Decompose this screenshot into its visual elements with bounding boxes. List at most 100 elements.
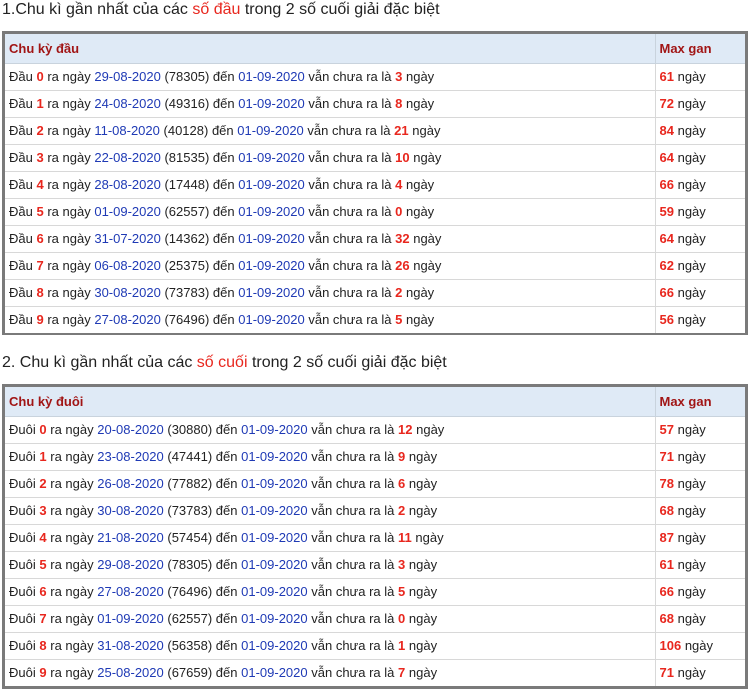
max-gan-value: 61 <box>659 69 674 84</box>
den-text: đến <box>215 611 238 626</box>
day-count: 32 <box>395 231 410 246</box>
max-gan-cell: 59 ngày <box>654 197 745 226</box>
last-date: 22-08-2020 <box>94 150 161 165</box>
last-date: 20-08-2020 <box>97 422 164 437</box>
row-digit: 0 <box>39 422 47 437</box>
row-label: Đuôi <box>9 584 36 599</box>
den-text: đến <box>212 258 235 273</box>
max-gan-cell: 66 ngày <box>654 278 745 307</box>
van-chua-text: vẫn chưa ra là <box>307 123 391 138</box>
day-count: 9 <box>398 449 406 464</box>
day-count: 10 <box>395 150 410 165</box>
day-count: 3 <box>395 69 403 84</box>
section2-table-body: Đuôi 0 ra ngày 20-08-2020 (30880) đến 01… <box>5 415 745 686</box>
ngay-text: ngày <box>405 69 435 84</box>
day-count: 21 <box>394 123 409 138</box>
ngay-text: ngày <box>677 665 706 681</box>
max-gan-value: 68 <box>659 503 674 518</box>
day-count: 5 <box>398 584 406 599</box>
ra-ngay-text: ra ngày <box>47 96 91 111</box>
result-code: (76496) <box>164 312 210 328</box>
cycle-cell: Đầu 1 ra ngày 24-08-2020 (49316) đến 01-… <box>5 89 656 118</box>
row-label: Đầu <box>9 231 33 246</box>
max-gan-value: 64 <box>659 150 674 165</box>
ngay-text: ngày <box>405 312 435 328</box>
end-date: 01-09-2020 <box>241 503 308 518</box>
ngay-text: ngày <box>677 530 706 545</box>
day-count: 2 <box>398 503 406 518</box>
section1-title-highlight: số đầu <box>192 1 241 18</box>
cycle-cell: Đuôi 8 ra ngày 31-08-2020 (56358) đến 01… <box>5 631 656 660</box>
last-date: 30-08-2020 <box>97 503 164 518</box>
max-gan-value: 66 <box>659 285 674 300</box>
ra-ngay-text: ra ngày <box>50 476 94 491</box>
day-count: 0 <box>398 611 406 626</box>
ngay-text: ngày <box>405 96 435 111</box>
ngay-text: ngày <box>405 285 435 300</box>
max-gan-cell: 66 ngày <box>654 577 745 606</box>
table-row: Đầu 1 ra ngày 24-08-2020 (49316) đến 01-… <box>5 89 745 118</box>
row-digit: 4 <box>36 177 44 192</box>
max-gan-value: 64 <box>659 231 674 246</box>
row-digit: 3 <box>39 503 47 518</box>
row-digit: 2 <box>39 476 47 491</box>
van-chua-text: vẫn chưa ra là <box>308 285 392 300</box>
max-gan-cell: 72 ngày <box>654 89 745 118</box>
ngay-text: ngày <box>677 177 706 192</box>
max-gan-value: 84 <box>659 123 674 138</box>
table-row: Đầu 3 ra ngày 22-08-2020 (81535) đến 01-… <box>5 143 745 172</box>
result-code: (30880) <box>167 422 213 437</box>
van-chua-text: vẫn chưa ra là <box>311 476 395 491</box>
row-digit: 4 <box>39 530 47 545</box>
row-digit: 7 <box>36 258 44 273</box>
result-code: (78305) <box>167 557 213 572</box>
ngay-text: ngày <box>677 96 706 111</box>
row-digit: 6 <box>39 584 47 599</box>
row-digit: 1 <box>36 96 44 111</box>
cycle-cell: Đuôi 2 ra ngày 26-08-2020 (77882) đến 01… <box>5 469 656 498</box>
max-gan-value: 71 <box>659 665 674 681</box>
cycle-cell: Đầu 8 ra ngày 30-08-2020 (73783) đến 01-… <box>5 278 656 307</box>
section2-header-row: Chu kỳ đuôi Max gan <box>5 387 745 417</box>
ra-ngay-text: ra ngày <box>47 285 91 300</box>
table-row: Đuôi 8 ra ngày 31-08-2020 (56358) đến 01… <box>5 631 745 660</box>
ngay-text: ngày <box>408 584 438 599</box>
result-code: (47441) <box>167 449 213 464</box>
max-gan-cell: 106 ngày <box>654 631 745 660</box>
cycle-cell: Đuôi 0 ra ngày 20-08-2020 (30880) đến 01… <box>5 415 656 444</box>
end-date: 01-09-2020 <box>241 449 308 464</box>
ngay-text: ngày <box>677 503 706 518</box>
ra-ngay-text: ra ngày <box>47 231 91 246</box>
den-text: đến <box>212 96 235 111</box>
max-gan-cell: 61 ngày <box>654 62 745 91</box>
row-digit: 9 <box>36 312 44 328</box>
cycle-cell: Đuôi 6 ra ngày 27-08-2020 (76496) đến 01… <box>5 577 656 606</box>
last-date: 24-08-2020 <box>94 96 161 111</box>
ngay-text: ngày <box>415 530 444 545</box>
table-row: Đuôi 9 ra ngày 25-08-2020 (67659) đến 01… <box>5 658 745 686</box>
row-label: Đuôi <box>9 449 36 464</box>
cycle-cell: Đầu 4 ra ngày 28-08-2020 (17448) đến 01-… <box>5 170 656 199</box>
max-gan-value: 57 <box>659 422 674 437</box>
table-row: Đầu 0 ra ngày 29-08-2020 (78305) đến 01-… <box>5 62 745 91</box>
ngay-text: ngày <box>408 476 438 491</box>
den-text: đến <box>212 177 235 192</box>
ngay-text: ngày <box>416 422 445 437</box>
max-gan-cell: 71 ngày <box>654 658 745 686</box>
ra-ngay-text: ra ngày <box>50 665 94 681</box>
ra-ngay-text: ra ngày <box>47 204 91 219</box>
den-text: đến <box>215 476 238 491</box>
van-chua-text: vẫn chưa ra là <box>308 312 392 328</box>
den-text: đến <box>212 312 235 328</box>
ngay-text: ngày <box>408 449 438 464</box>
ra-ngay-text: ra ngày <box>47 312 91 328</box>
end-date: 01-09-2020 <box>241 584 308 599</box>
end-date: 01-09-2020 <box>241 476 308 491</box>
table-row: Đầu 6 ra ngày 31-07-2020 (14362) đến 01-… <box>5 224 745 253</box>
ngay-text: ngày <box>677 285 706 300</box>
section1-title-prefix: 1.Chu kì gần nhất của các <box>2 1 193 18</box>
den-text: đến <box>212 150 235 165</box>
ngay-text: ngày <box>405 204 435 219</box>
max-gan-value: 68 <box>659 611 674 626</box>
max-gan-cell: 57 ngày <box>654 415 745 444</box>
